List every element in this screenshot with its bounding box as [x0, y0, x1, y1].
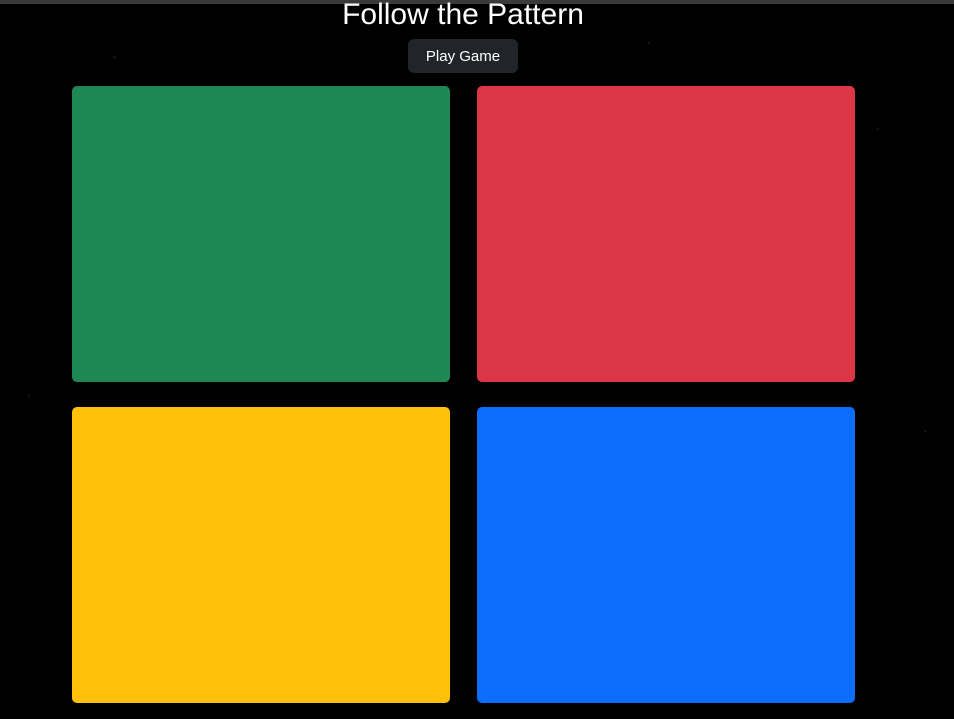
pad-blue[interactable]	[477, 407, 855, 703]
play-game-button[interactable]: Play Game	[408, 39, 518, 73]
pad-yellow[interactable]	[72, 407, 450, 703]
page-title: Follow the Pattern	[342, 0, 584, 31]
pad-green[interactable]	[72, 86, 450, 382]
pad-red[interactable]	[477, 86, 855, 382]
game-board	[72, 86, 855, 703]
